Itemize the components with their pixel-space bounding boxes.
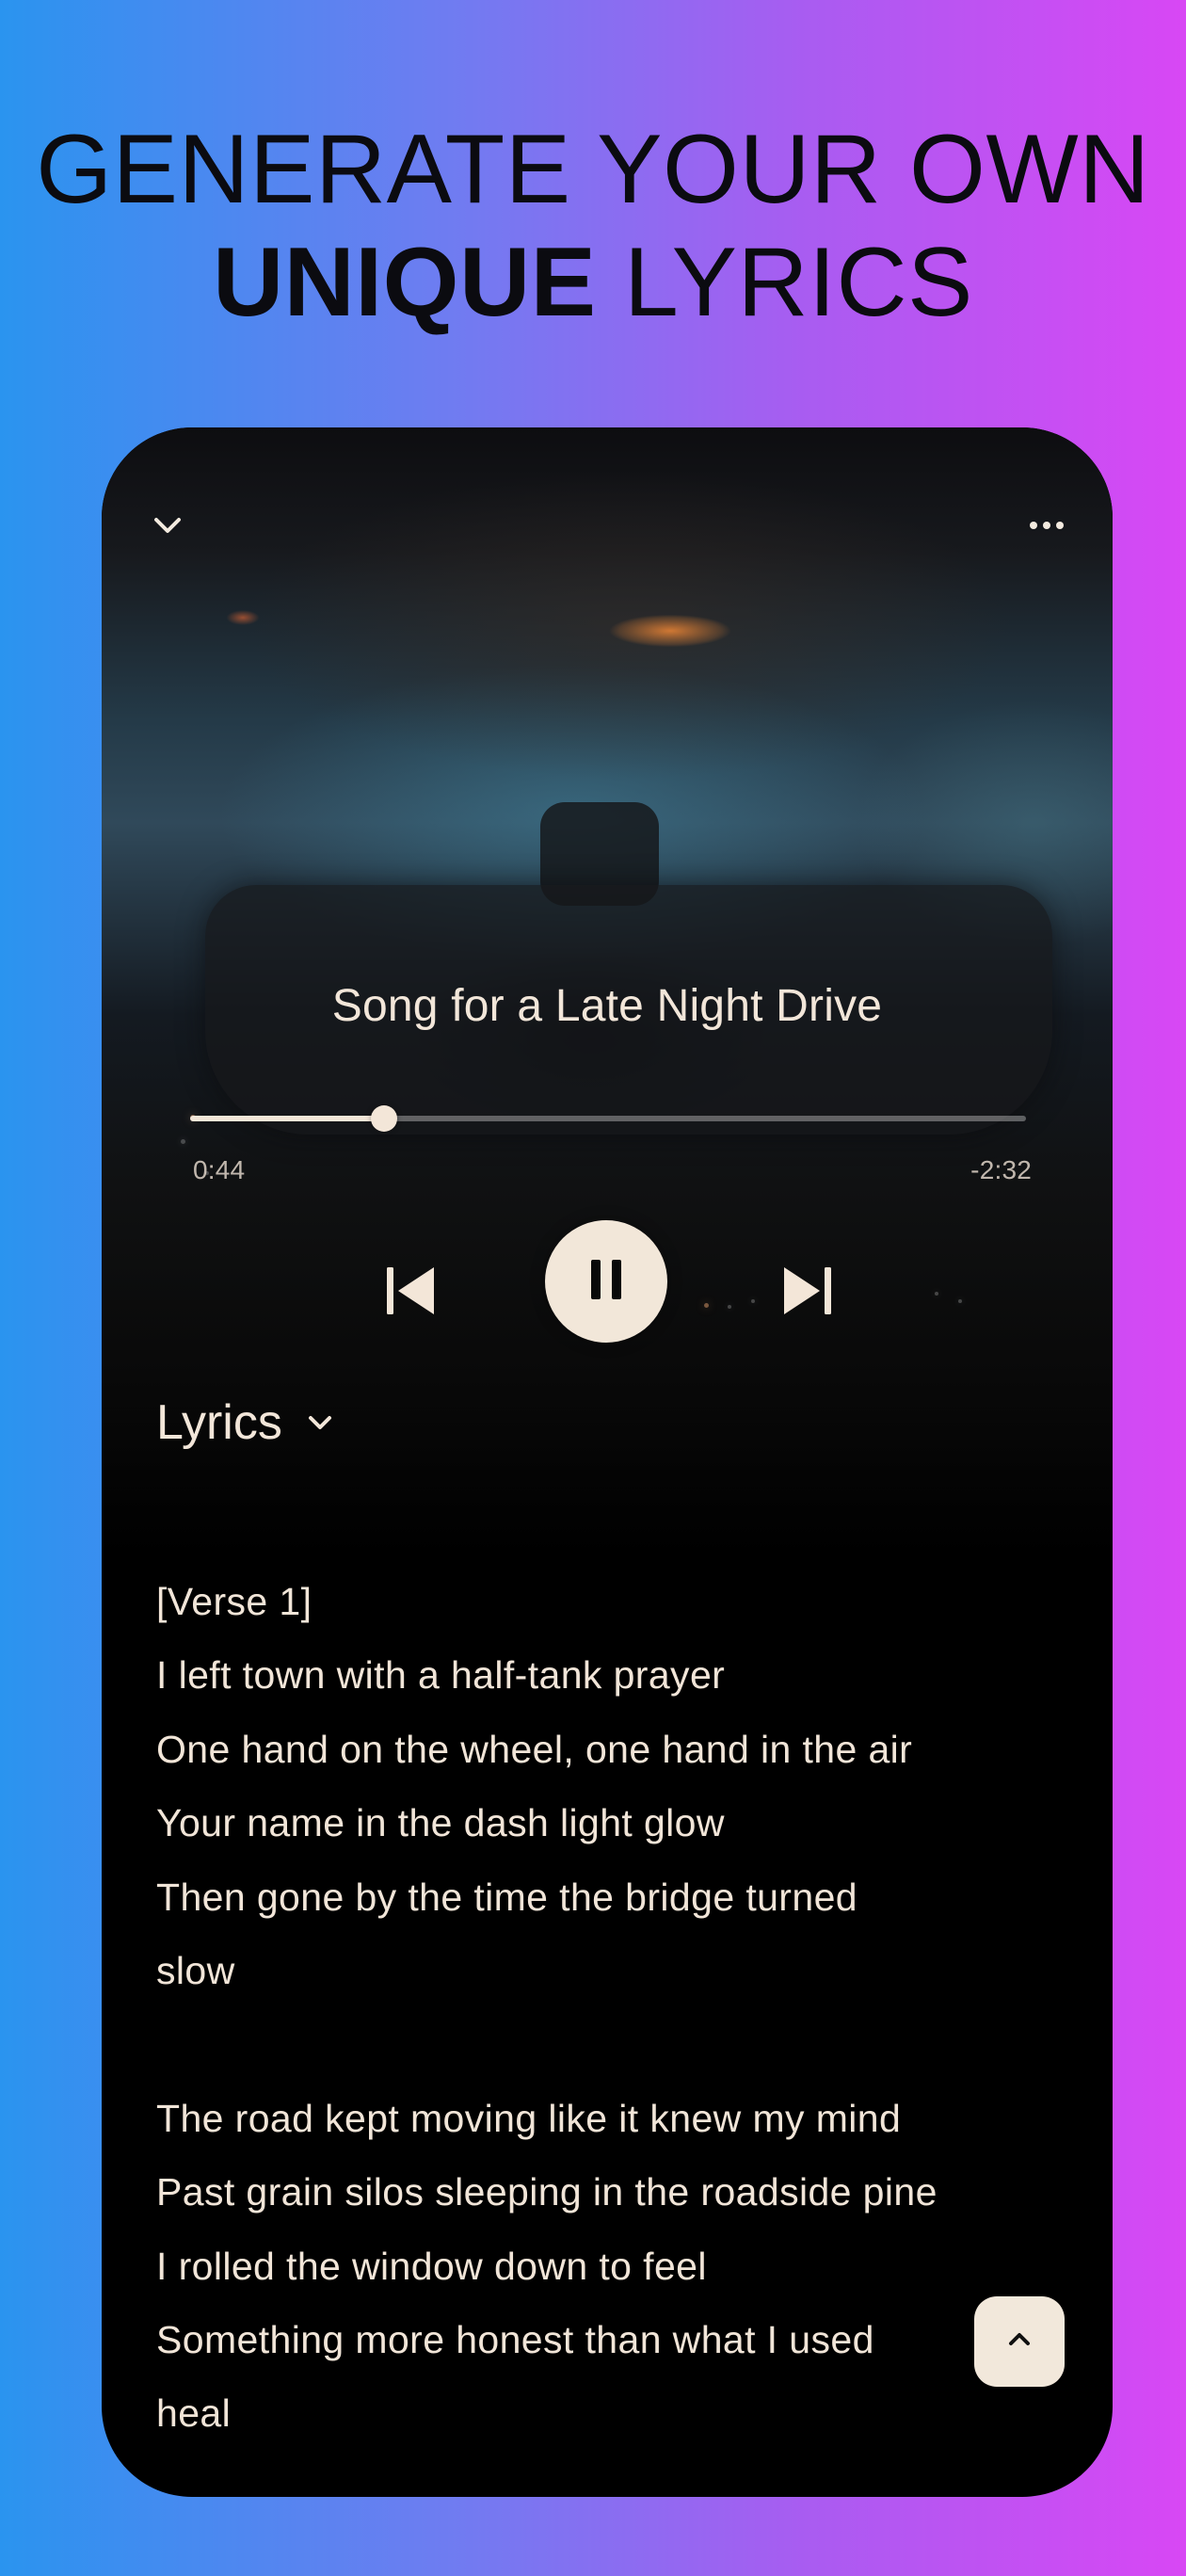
lyrics-line: One hand on the wheel, one hand in the a… [156, 1727, 913, 1771]
lyrics-content: [Verse 1] I left town with a half-tank p… [156, 1565, 1065, 2451]
elapsed-time: 0:44 [193, 1155, 246, 1184]
lyrics-line: heal [156, 2391, 232, 2436]
lyrics-line: I left town with a half-tank prayer [156, 1653, 726, 1698]
promo-headline-strong: UNIQUE [213, 228, 597, 337]
lyrics-toggle-label: Lyrics [156, 1395, 282, 1450]
lyrics-line: Your name in the dash light glow [156, 1801, 725, 1845]
lyrics-line: Past grain silos sleeping in the roadsid… [156, 2170, 938, 2214]
scroll-to-top-button[interactable] [974, 2296, 1065, 2387]
playback-progress-fill [190, 1116, 384, 1121]
pause-icon [579, 1252, 633, 1312]
chevron-up-icon [1003, 2324, 1035, 2360]
lyrics-line: slow [156, 1949, 235, 1993]
song-title: Song for a Late Night Drive [331, 981, 883, 1031]
remaining-time: -2:32 [970, 1155, 1032, 1184]
play-pause-button[interactable] [545, 1220, 667, 1343]
previous-track-button[interactable] [367, 1249, 454, 1336]
playback-progress-bar[interactable] [190, 1105, 1026, 1132]
road-light [728, 1305, 731, 1309]
promo-headline: GENERATE YOUR OWN UNIQUE LYRICS [0, 113, 1186, 339]
lyrics-line: Something more honest than what I used [156, 2318, 874, 2362]
road-light [935, 1292, 938, 1296]
more-options-button[interactable] [1022, 503, 1071, 552]
skip-next-icon [775, 1258, 841, 1328]
collapse-player-button[interactable] [143, 503, 192, 552]
skip-previous-icon [377, 1258, 443, 1328]
playback-scrubber-handle[interactable] [370, 1105, 397, 1132]
chevron-down-icon [149, 507, 186, 549]
road-light [751, 1299, 755, 1303]
lyrics-spacer [156, 2007, 1065, 2081]
road-light [181, 1139, 185, 1144]
road-light [704, 1303, 709, 1308]
road-light [958, 1299, 962, 1303]
phone-screen: Song for a Late Night Drive 0:44 -2:32 L… [102, 427, 1113, 2497]
promo-headline-rest: LYRICS [623, 228, 973, 337]
promo-headline-line-2: UNIQUE LYRICS [0, 226, 1186, 339]
lyrics-line: Then gone by the time the bridge turned [156, 1875, 857, 1919]
lyrics-line: I rolled the window down to feel [156, 2244, 707, 2288]
chevron-down-icon [301, 1404, 339, 1441]
next-track-button[interactable] [764, 1249, 851, 1336]
lyrics-line: The road kept moving like it knew my min… [156, 2096, 902, 2140]
more-icon [1026, 516, 1067, 539]
lyrics-section-heading: [Verse 1] [156, 1580, 313, 1623]
lyrics-toggle[interactable]: Lyrics [156, 1393, 339, 1453]
promo-headline-line-1: GENERATE YOUR OWN [36, 115, 1150, 224]
